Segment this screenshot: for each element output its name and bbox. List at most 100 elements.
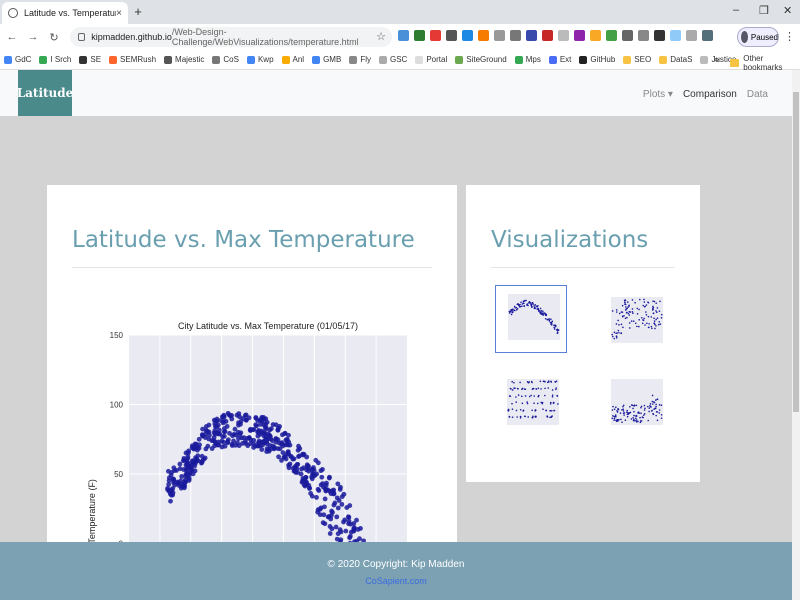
bookmark-item[interactable]: Mps [514,55,541,64]
bookmark-item[interactable]: GdC [4,55,31,64]
thumbnail-max-temperature[interactable] [495,285,567,353]
tab-title: Latitude vs. Temperature [24,8,117,18]
extension-icon[interactable] [446,30,457,41]
bookmark-star-icon[interactable]: ☆ [376,30,386,43]
thumbnail-point [548,320,551,322]
bookmark-item[interactable]: Portal [415,55,447,64]
profile-button[interactable]: Paused [737,27,779,47]
thumbnail-point [639,416,641,419]
extension-icon[interactable] [638,30,649,41]
extension-icon[interactable] [590,30,601,41]
thumbnail-point [649,403,652,405]
thumbnail-point [633,414,635,417]
extension-icon[interactable] [462,30,473,41]
extension-icon[interactable] [606,30,617,41]
extension-icon[interactable] [398,30,409,41]
thumbnail-point [646,322,648,325]
bookmark-item[interactable]: SE [79,55,101,64]
bookmark-item[interactable]: GitHub [579,55,615,64]
minimize-icon[interactable]: – [733,4,739,16]
thumbnail-point [544,380,546,383]
extension-icon[interactable] [526,30,537,41]
maximize-icon[interactable]: ❐ [759,4,769,17]
scatter-point [333,524,339,530]
thumbnail-point [539,380,542,383]
thumbnail-point [611,310,614,312]
thumbnail-point [624,309,627,311]
scatter-point [187,470,193,476]
thumbnail-point [520,395,523,398]
extension-icon[interactable] [510,30,521,41]
nav-data[interactable]: Data [747,89,768,100]
thumbnail-point [619,412,622,414]
menu-icon[interactable]: ⋮ [784,30,795,43]
thumbnail-point [615,335,618,337]
new-tab-button[interactable]: + [131,5,145,19]
thumbnail-wind-speed[interactable] [599,371,671,439]
extension-icon[interactable] [574,30,585,41]
site-brand[interactable]: Latitude [17,70,73,116]
thumbnail-cloudiness[interactable] [495,371,567,439]
footer-link[interactable]: CoSapient.com [0,576,792,586]
bookmark-label: SEMRush [120,55,157,64]
bookmark-item[interactable]: I Srch [39,55,71,64]
bookmark-item[interactable]: Anl [281,55,304,64]
thumbnail-point [633,418,635,421]
thumbnail-point [626,411,628,413]
extension-icon[interactable] [686,30,697,41]
bookmark-item[interactable]: GSC [378,55,407,64]
address-bar[interactable]: kipmadden.github.io /Web-Design-Challeng… [70,27,392,47]
nav-plots-dropdown[interactable]: Plots ▾ [643,89,673,100]
thumbnail-point [628,310,631,313]
bookmark-item[interactable]: GMB [312,55,341,64]
extension-icon[interactable] [702,30,713,41]
extension-icon[interactable] [430,30,441,41]
thumbnail-point [546,318,549,321]
thumbnail-point [526,401,528,403]
extension-icon[interactable] [414,30,425,41]
bookmark-item[interactable]: Majestic [164,55,204,64]
bookmark-icon [659,55,668,64]
thumbnail-point [510,313,513,316]
bookmark-item[interactable]: SiteGround [455,55,507,64]
bookmark-item[interactable]: DataS [659,55,692,64]
thumbnail-humidity[interactable] [599,289,671,357]
thumbnail-point [632,407,634,410]
reload-icon[interactable]: ↻ [45,31,63,44]
close-window-icon[interactable]: ✕ [783,4,792,17]
back-icon[interactable]: ← [3,31,21,43]
bookmark-item[interactable]: SEMRush [109,55,156,64]
thumbnail-point [624,301,626,304]
extension-icon[interactable] [622,30,633,41]
extension-icon[interactable] [494,30,505,41]
close-tab-icon[interactable]: × [116,8,122,19]
forward-icon[interactable]: → [24,31,42,43]
site-footer: © 2020 Copyright: Kip Madden CoSapient.c… [0,542,792,600]
thumbnail-point [519,303,521,306]
bookmark-item[interactable]: Fly [349,55,371,64]
extension-icon[interactable] [478,30,489,41]
nav-comparison[interactable]: Comparison [683,89,737,100]
bookmark-item[interactable]: CoS [212,55,239,64]
scatter-point [334,514,340,520]
scrollbar[interactable] [792,70,800,600]
thumbnail-point [549,416,551,419]
bookmark-item[interactable]: Kwp [246,55,274,64]
extension-icon[interactable] [558,30,569,41]
browser-tab[interactable]: Latitude vs. Temperature × [2,2,128,24]
extension-icon[interactable] [542,30,553,41]
extension-icon[interactable] [654,30,665,41]
more-bookmarks-button[interactable]: » [714,54,719,64]
bookmark-item[interactable]: Ext [548,55,571,64]
thumbnail-point [647,301,649,303]
scatter-point [302,476,308,482]
y-tick-label: 100 [110,401,124,410]
bookmark-item[interactable]: SEO [623,55,651,64]
thumbnail-point [550,323,552,326]
bookmark-label: Majestic [175,55,205,64]
extension-icon[interactable] [670,30,681,41]
scrollbar-thumb[interactable] [793,92,799,412]
thumbnail-point [635,417,637,420]
thumbnail-point [545,314,547,317]
scatter-point [329,526,335,532]
